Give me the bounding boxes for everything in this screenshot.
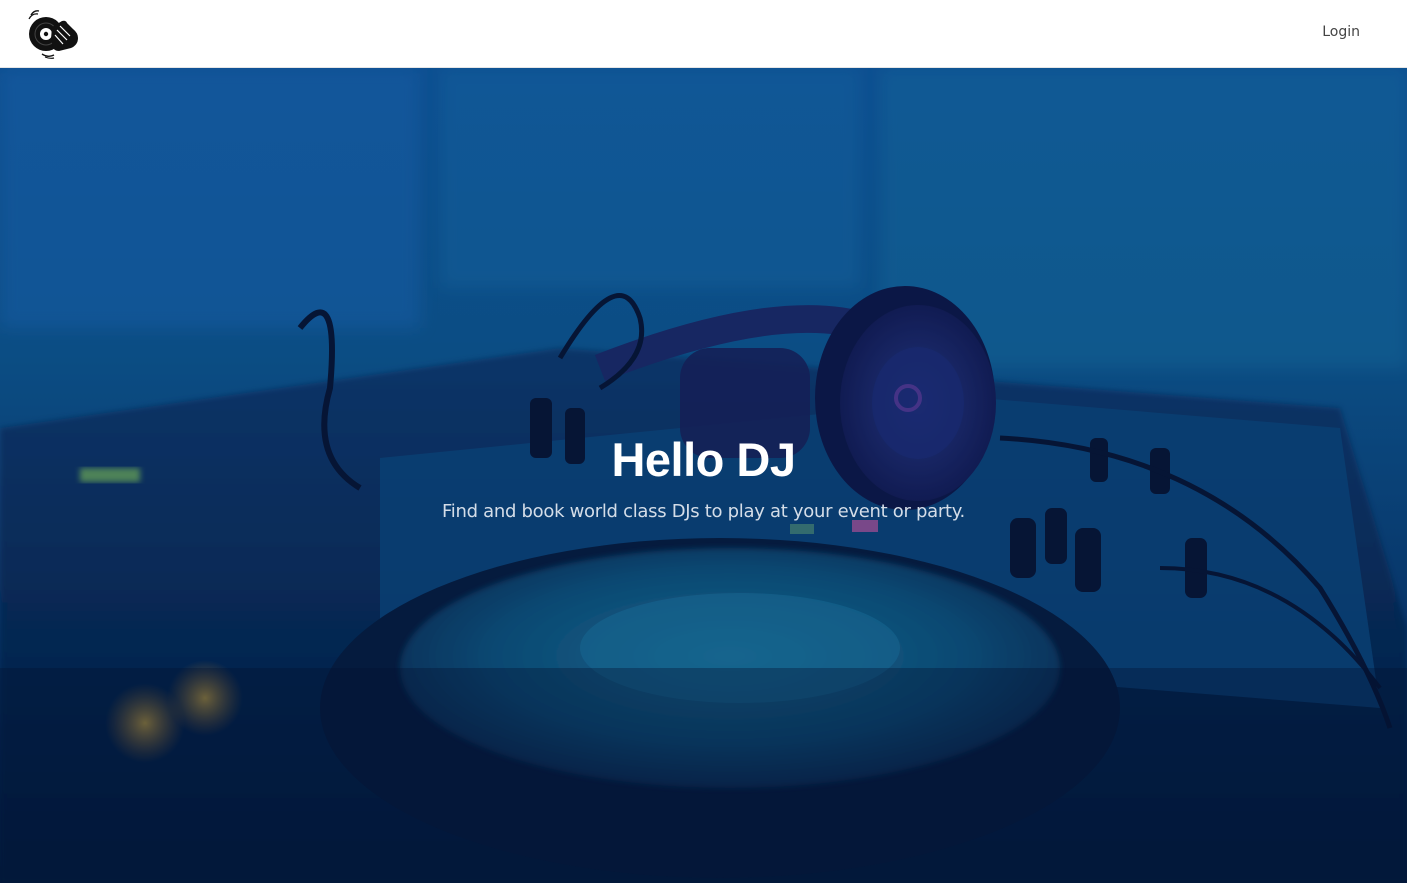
hero-section: Hello DJ Find and book world class DJs t…	[0, 68, 1407, 883]
hero-content: Hello DJ Find and book world class DJs t…	[0, 434, 1407, 524]
login-link[interactable]: Login	[1322, 24, 1360, 40]
logo-link[interactable]	[26, 7, 82, 59]
hero-title: Hello DJ	[611, 433, 796, 486]
hero-subtitle: Find and book world class DJs to play at…	[442, 501, 965, 522]
navbar: Login	[0, 0, 1407, 68]
dj-turntable-hand-icon	[28, 10, 78, 59]
